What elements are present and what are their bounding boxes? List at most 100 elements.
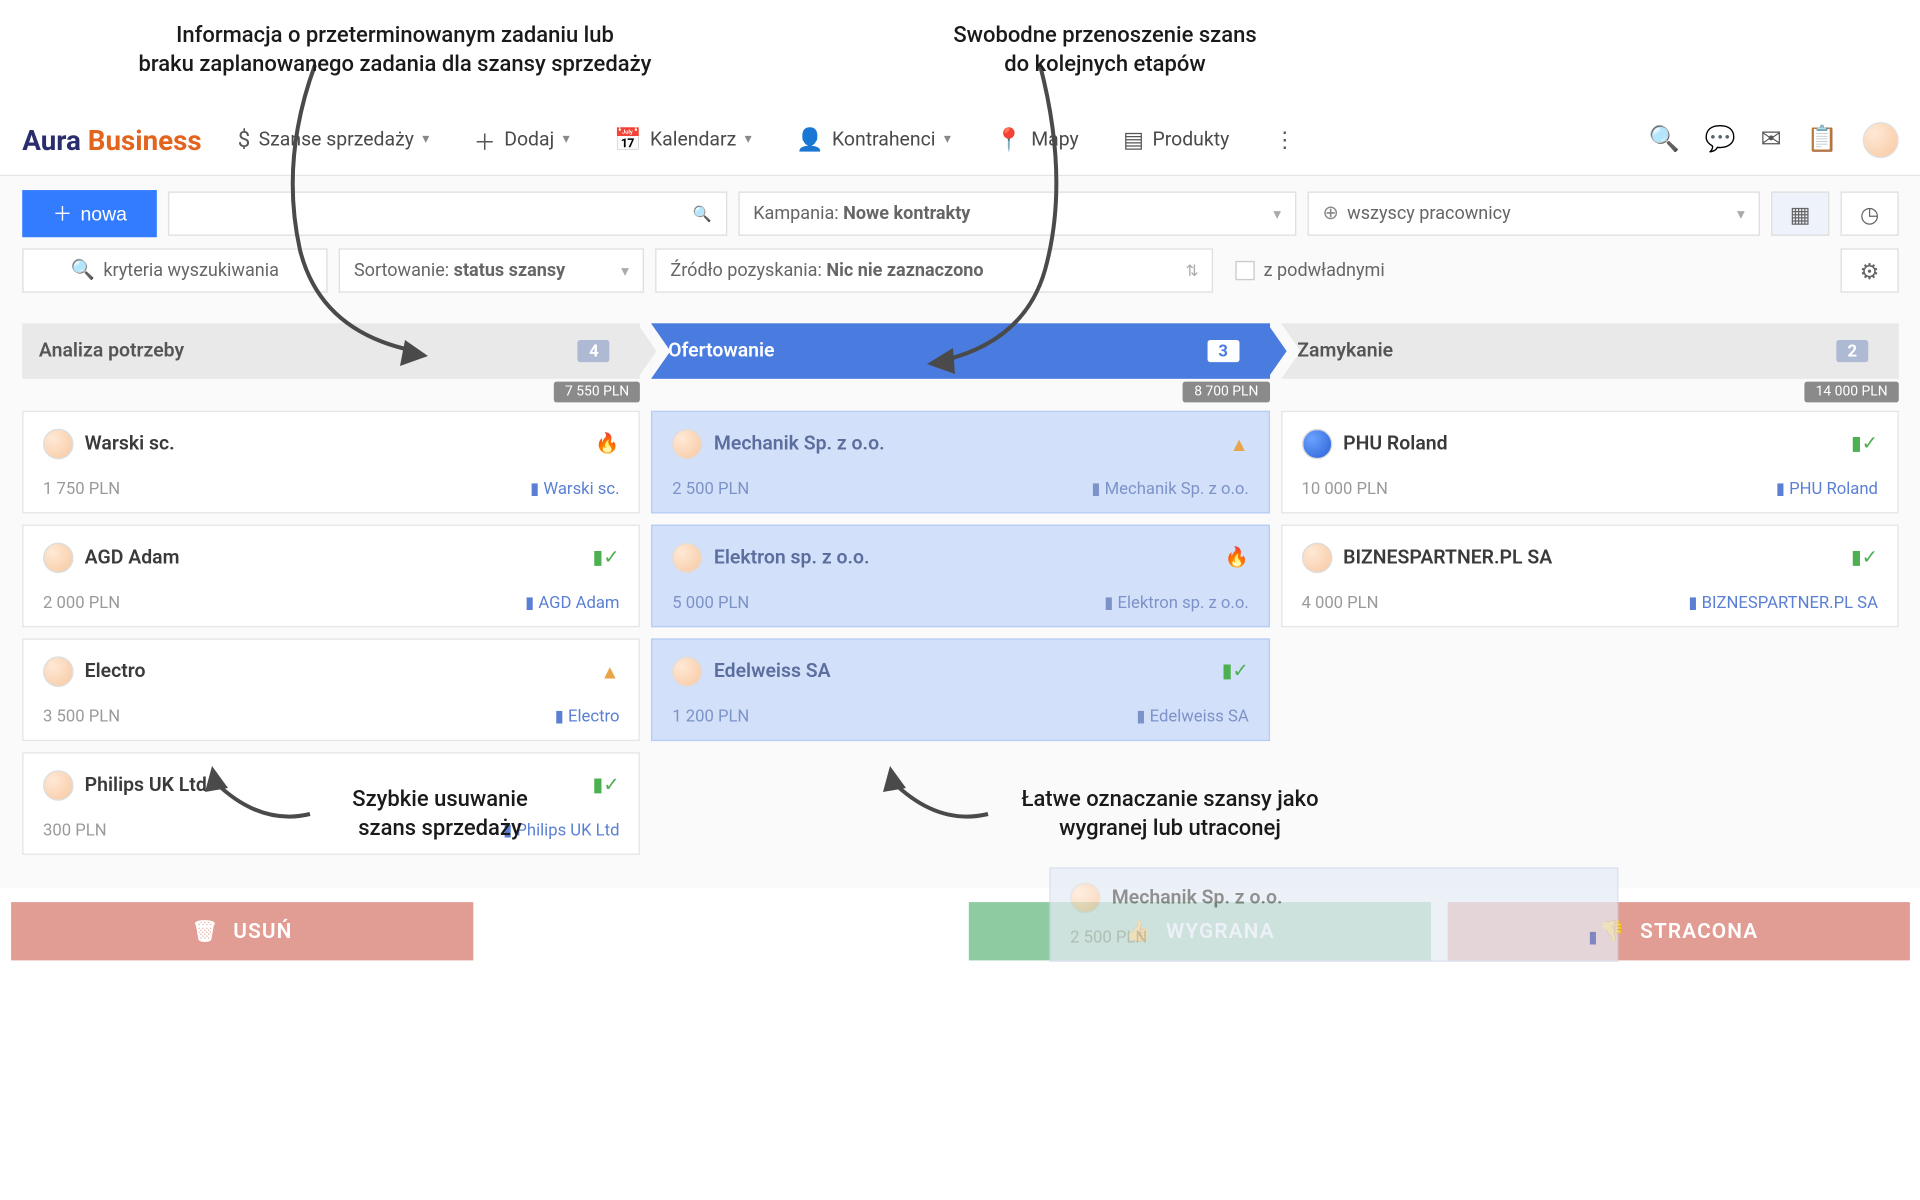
source-select[interactable]: Źródło pozyskania: Nic nie zaznaczono⇅ (655, 248, 1213, 292)
new-button[interactable]: ＋nowa (22, 190, 157, 237)
card-title: Edelweiss SA (714, 661, 1211, 683)
calendar-icon: 📅 (614, 126, 642, 152)
view-history-button[interactable]: ◷ (1840, 191, 1898, 235)
company-link[interactable]: ▮ Mechanik Sp. z o.o. (1091, 479, 1248, 498)
trash-icon: 🗑 (192, 919, 220, 944)
globe-icon: ⊕ (1323, 203, 1339, 225)
check-icon: ▮✓ (1222, 661, 1249, 683)
nav-mapy[interactable]: 📍Mapy (976, 118, 1098, 161)
avatar-icon (1301, 543, 1332, 574)
opportunity-card[interactable]: Warski sc. 🔥 1 750 PLN ▮ Warski sc. (22, 411, 640, 514)
avatar-icon (1301, 429, 1332, 460)
chevron-down-icon: ▾ (422, 132, 429, 147)
annotation-bot-left: Szybkie usuwanieszans sprzedaży (320, 786, 560, 843)
company-link[interactable]: ▮ Edelweiss SA (1136, 706, 1248, 725)
annotation-top-right: Swobodne przenoszenie szansdo kolejnych … (890, 22, 1320, 79)
count-badge: 3 (1207, 340, 1239, 362)
opportunity-card[interactable]: PHU Roland ▮✓ 10 000 PLN ▮ PHU Roland (1281, 411, 1899, 514)
opportunity-card[interactable]: BIZNESPARTNER.PL SA▮✓4 000 PLN▮ BIZNESPA… (1281, 525, 1899, 628)
card-price: 1 200 PLN (672, 706, 749, 725)
company-link[interactable]: ▮ Electro (555, 706, 620, 725)
card-title: PHU Roland (1343, 433, 1840, 455)
opportunity-card[interactable]: Elektron sp. z o.o.🔥5 000 PLN▮ Elektron … (651, 525, 1269, 628)
plus-icon: ＋ (53, 200, 72, 228)
search-icon: 🔍 (693, 205, 712, 223)
card-price: 300 PLN (43, 820, 107, 839)
kanban-column: Zamykanie214 000 PLN PHU Roland ▮✓ 10 000 P… (1281, 323, 1899, 866)
kanban-board: Analiza potrzeby47 550 PLNWarski sc.🔥1 7… (0, 309, 1920, 888)
card-price: 1 750 PLN (43, 479, 120, 498)
avatar-icon (43, 770, 74, 801)
checkbox-box (1236, 261, 1255, 280)
nav-dodaj[interactable]: ＋Dodaj▾ (454, 114, 589, 164)
company-link[interactable]: ▮ Warski sc. (530, 479, 619, 498)
delete-button[interactable]: 🗑USUŃ (11, 902, 473, 960)
view-kanban-button[interactable]: ▦ (1771, 191, 1829, 235)
clock-icon: ◷ (1860, 200, 1879, 226)
kanban-column: Ofertowanie38 700 PLNMechanik Sp. z o.o.… (651, 323, 1269, 866)
company-link: ▮ (1588, 927, 1597, 946)
avatar-icon (672, 429, 703, 460)
card-title: Mechanik Sp. z o.o. (714, 433, 1218, 455)
annotation-top-left: Informacja o przeterminowanym zadaniu lu… (70, 22, 720, 79)
company-link[interactable]: ▮ BIZNESPARTNER.PL SA (1688, 593, 1878, 612)
column-sum: 14 000 PLN (1281, 379, 1899, 411)
count-badge: 4 (578, 340, 610, 362)
campaign-select[interactable]: Kampania: Nowe kontrakty▾ (738, 191, 1296, 235)
pin-icon: 📍 (995, 126, 1023, 152)
card-title: Warski sc. (85, 433, 585, 455)
avatar-icon (43, 543, 74, 574)
nav-more[interactable]: ⋮ (1254, 118, 1315, 161)
search-criteria-button[interactable]: 🔍kryteria wyszukiwania (22, 248, 327, 292)
card-price: 5 000 PLN (672, 593, 749, 612)
with-subordinates-checkbox[interactable]: z podwładnymi (1225, 260, 1396, 281)
sort-select[interactable]: Sortowanie: status szansy▾ (339, 248, 644, 292)
kanban-icon: ▦ (1790, 200, 1811, 226)
dragging-card[interactable]: Mechanik Sp. z o.o. 2 500 PLN▮ (1049, 867, 1618, 961)
nav-kalendarz[interactable]: 📅Kalendarz▾ (595, 118, 771, 161)
company-link[interactable]: ▮ Elektron sp. z o.o. (1104, 593, 1249, 612)
warning-icon: ▲ (1229, 432, 1248, 456)
card-price: 3 500 PLN (43, 706, 120, 725)
nav-szanse[interactable]: $Szanse sprzedaży▾ (218, 118, 448, 161)
user-avatar[interactable] (1863, 121, 1899, 157)
workers-select[interactable]: ⊕wszyscy pracownicy▾ (1307, 191, 1760, 235)
card-price: 10 000 PLN (1301, 479, 1387, 498)
kanban-column: Analiza potrzeby47 550 PLNWarski sc.🔥1 7… (22, 323, 640, 866)
settings-button[interactable]: ⚙ (1840, 248, 1898, 292)
fire-icon: 🔥 (595, 433, 619, 455)
company-link[interactable]: ▮ AGD Adam (525, 593, 619, 612)
avatar-icon (43, 429, 74, 460)
check-icon: ▮✓ (593, 774, 620, 796)
top-nav: Aura Business $Szanse sprzedaży▾ ＋Dodaj▾… (0, 104, 1920, 176)
person-icon: 👤 (796, 126, 824, 152)
logo: Aura Business (22, 123, 201, 156)
column-header[interactable]: Analiza potrzeby4 (22, 323, 640, 379)
updown-icon: ⇅ (1186, 262, 1199, 280)
nav-produkty[interactable]: ▤Produkty (1104, 118, 1249, 161)
gear-icon: ⚙ (1860, 257, 1880, 283)
opportunity-card[interactable]: AGD Adam▮✓2 000 PLN▮ AGD Adam (22, 525, 640, 628)
chevron-down-icon: ▾ (944, 132, 951, 147)
nav-kontrahenci[interactable]: 👤Kontrahenci▾ (777, 118, 971, 161)
column-header[interactable]: Zamykanie2 (1281, 323, 1899, 379)
opportunity-card[interactable]: Edelweiss SA ▮✓ 1 200 PLN ▮ Edelweiss SA (651, 638, 1269, 741)
search-icon[interactable]: 🔍 (1648, 125, 1679, 154)
mail-icon[interactable]: ✉ (1761, 125, 1782, 154)
fire-icon: 🔥 (1225, 547, 1249, 569)
opportunity-card[interactable]: Electro▲3 500 PLN▮ Electro (22, 638, 640, 741)
chevron-down-icon: ▾ (621, 262, 629, 280)
avatar-icon (1070, 883, 1101, 914)
opportunity-card[interactable]: Mechanik Sp. z o.o. ▲ 2 500 PLN ▮ Mechanik … (651, 411, 1269, 514)
check-icon: ▮✓ (1851, 433, 1878, 455)
clipboard-icon[interactable]: 📋 (1807, 125, 1838, 154)
search-input[interactable]: 🔍 (169, 191, 727, 235)
chat-icon[interactable]: 💬 (1705, 125, 1736, 154)
more-vertical-icon: ⋮ (1274, 126, 1296, 152)
warning-icon: ▲ (600, 660, 619, 684)
card-price: 2 500 PLN (672, 479, 749, 498)
chevron-down-icon: ▾ (1273, 205, 1281, 223)
column-header[interactable]: Ofertowanie3 (651, 323, 1269, 379)
company-link[interactable]: ▮ PHU Roland (1776, 479, 1878, 498)
chevron-down-icon: ▾ (563, 132, 570, 147)
